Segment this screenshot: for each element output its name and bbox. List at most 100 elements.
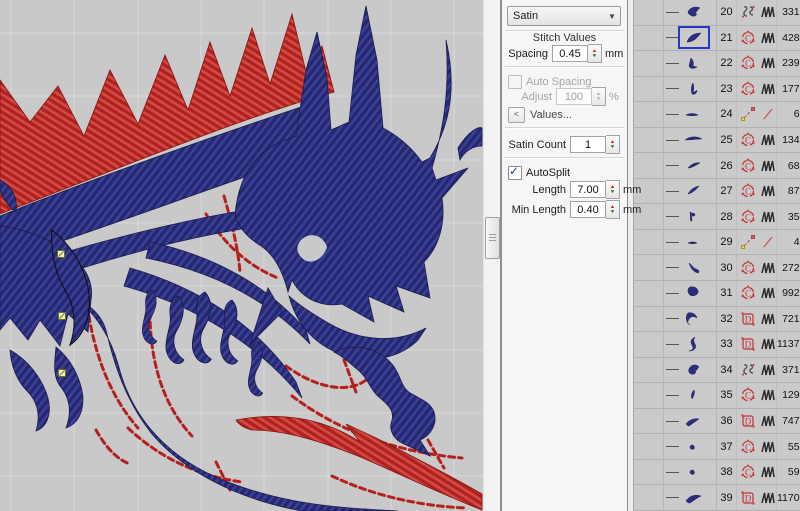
connector-line bbox=[666, 165, 679, 166]
values-expand-button[interactable]: < bbox=[508, 107, 525, 123]
object-thumbnail[interactable] bbox=[664, 307, 717, 332]
object-thumbnail[interactable] bbox=[664, 102, 717, 127]
svg-text:C: C bbox=[745, 212, 751, 222]
object-row-32[interactable]: 32D721 bbox=[634, 307, 800, 333]
manual-object-icon bbox=[737, 362, 759, 378]
row-gutter bbox=[634, 460, 664, 485]
adjust-row: Adjust ▲▼ % bbox=[508, 88, 625, 105]
object-row-24[interactable]: 24 6 bbox=[634, 102, 800, 128]
zigzag-stitch-icon bbox=[759, 307, 777, 332]
auto-spacing-checkbox[interactable] bbox=[508, 75, 522, 89]
object-row-37[interactable]: 37C55 bbox=[634, 434, 800, 460]
length-row: Length ▲▼ mm bbox=[508, 181, 625, 198]
object-row-21[interactable]: 21C428 bbox=[634, 26, 800, 52]
object-thumbnail[interactable] bbox=[664, 434, 717, 459]
spacing-input[interactable] bbox=[552, 45, 588, 62]
object-row-31[interactable]: 31C992 bbox=[634, 281, 800, 307]
object-row-28[interactable]: 28C35 bbox=[634, 204, 800, 230]
object-thumbnail[interactable] bbox=[664, 358, 717, 383]
row-gutter bbox=[634, 358, 664, 383]
object-thumbnail[interactable] bbox=[664, 26, 717, 51]
object-row-23[interactable]: 23C177 bbox=[634, 77, 800, 103]
object-row-36[interactable]: 36D747 bbox=[634, 409, 800, 435]
row-gutter bbox=[634, 230, 664, 255]
divider bbox=[505, 157, 624, 159]
object-thumbnail[interactable] bbox=[664, 460, 717, 485]
row-gutter bbox=[634, 51, 664, 76]
object-thumbnail[interactable] bbox=[664, 230, 717, 255]
object-thumbnail[interactable] bbox=[664, 255, 717, 280]
object-row-20[interactable]: 20331 bbox=[634, 0, 800, 26]
stitch-count: 55 bbox=[777, 441, 800, 453]
min-length-stepper[interactable]: ▲▼ bbox=[606, 200, 620, 219]
design-canvas[interactable] bbox=[0, 0, 483, 511]
length-input[interactable] bbox=[570, 181, 606, 198]
stitch-count: 239 bbox=[777, 57, 800, 69]
satin-count-row: Satin Count ▲▼ bbox=[508, 136, 625, 153]
stitch-count: 371 bbox=[777, 364, 800, 376]
scrollbar-thumb[interactable] bbox=[485, 217, 500, 259]
object-number: 23 bbox=[717, 77, 737, 102]
object-thumbnail[interactable] bbox=[664, 409, 717, 434]
stitch-count: 87 bbox=[777, 185, 800, 197]
fill-object-icon: D bbox=[737, 490, 759, 506]
object-row-30[interactable]: 30C272 bbox=[634, 255, 800, 281]
vertical-scrollbar[interactable] bbox=[483, 0, 500, 511]
autosplit-checkbox[interactable] bbox=[508, 166, 522, 180]
object-thumbnail[interactable] bbox=[664, 204, 717, 229]
object-row-38[interactable]: 38C59 bbox=[634, 460, 800, 486]
object-thumbnail[interactable] bbox=[664, 485, 717, 510]
object-thumbnail[interactable] bbox=[664, 179, 717, 204]
object-thumbnail[interactable] bbox=[664, 128, 717, 153]
object-row-26[interactable]: 26C68 bbox=[634, 153, 800, 179]
connector-line bbox=[666, 446, 679, 447]
object-row-22[interactable]: 22 C 239 bbox=[634, 51, 800, 77]
object-row-39[interactable]: 39D1170 bbox=[634, 485, 800, 511]
object-row-35[interactable]: 35C129 bbox=[634, 383, 800, 409]
stitch-count: 6 bbox=[777, 108, 800, 120]
object-number: 31 bbox=[717, 281, 737, 306]
object-row-27[interactable]: 27C87 bbox=[634, 179, 800, 205]
column-object-icon: C bbox=[737, 81, 759, 97]
stitch-type-dropdown[interactable]: Satin ▼ bbox=[507, 6, 621, 26]
values-button-label[interactable]: Values... bbox=[530, 109, 572, 121]
manual-object-icon bbox=[737, 4, 759, 20]
zigzag-stitch-icon bbox=[759, 460, 777, 485]
object-thumbnail[interactable] bbox=[664, 51, 717, 76]
stitch-count: 35 bbox=[777, 211, 800, 223]
object-number: 29 bbox=[717, 230, 737, 255]
object-number: 26 bbox=[717, 153, 737, 178]
zigzag-stitch-icon bbox=[759, 281, 777, 306]
object-thumbnail[interactable] bbox=[664, 332, 717, 357]
object-row-33[interactable]: 33D1137 bbox=[634, 332, 800, 358]
spacing-unit: mm bbox=[605, 48, 623, 60]
object-row-25[interactable]: 25C134 bbox=[634, 128, 800, 154]
row-gutter bbox=[634, 409, 664, 434]
object-thumbnail[interactable] bbox=[664, 383, 717, 408]
object-row-29[interactable]: 294 bbox=[634, 230, 800, 256]
stitch-count: 721 bbox=[777, 313, 800, 325]
object-number: 22 bbox=[717, 51, 737, 76]
adjust-input[interactable] bbox=[556, 88, 592, 105]
row-gutter bbox=[634, 434, 664, 459]
satin-count-input[interactable] bbox=[570, 136, 606, 153]
design-canvas-svg[interactable] bbox=[0, 0, 483, 511]
divider bbox=[505, 66, 624, 68]
connector-line bbox=[666, 497, 679, 498]
zigzag-stitch-icon bbox=[759, 383, 777, 408]
stitch-count: 59 bbox=[777, 466, 800, 478]
min-length-input[interactable] bbox=[570, 201, 606, 218]
object-row-34[interactable]: 34371 bbox=[634, 358, 800, 384]
spacing-stepper[interactable]: ▲▼ bbox=[588, 44, 602, 63]
object-thumbnail[interactable] bbox=[664, 77, 717, 102]
object-list-rows: 2033121C42822C23923C17724625C13426C6827C… bbox=[634, 0, 800, 511]
column-object-icon: C bbox=[737, 439, 759, 455]
object-thumbnail[interactable] bbox=[664, 0, 717, 25]
svg-text:C: C bbox=[745, 59, 751, 69]
length-stepper[interactable]: ▲▼ bbox=[606, 180, 620, 199]
object-number: 24 bbox=[717, 102, 737, 127]
row-gutter bbox=[634, 77, 664, 102]
object-thumbnail[interactable] bbox=[664, 281, 717, 306]
satin-count-stepper[interactable]: ▲▼ bbox=[606, 135, 620, 154]
object-thumbnail[interactable] bbox=[664, 153, 717, 178]
